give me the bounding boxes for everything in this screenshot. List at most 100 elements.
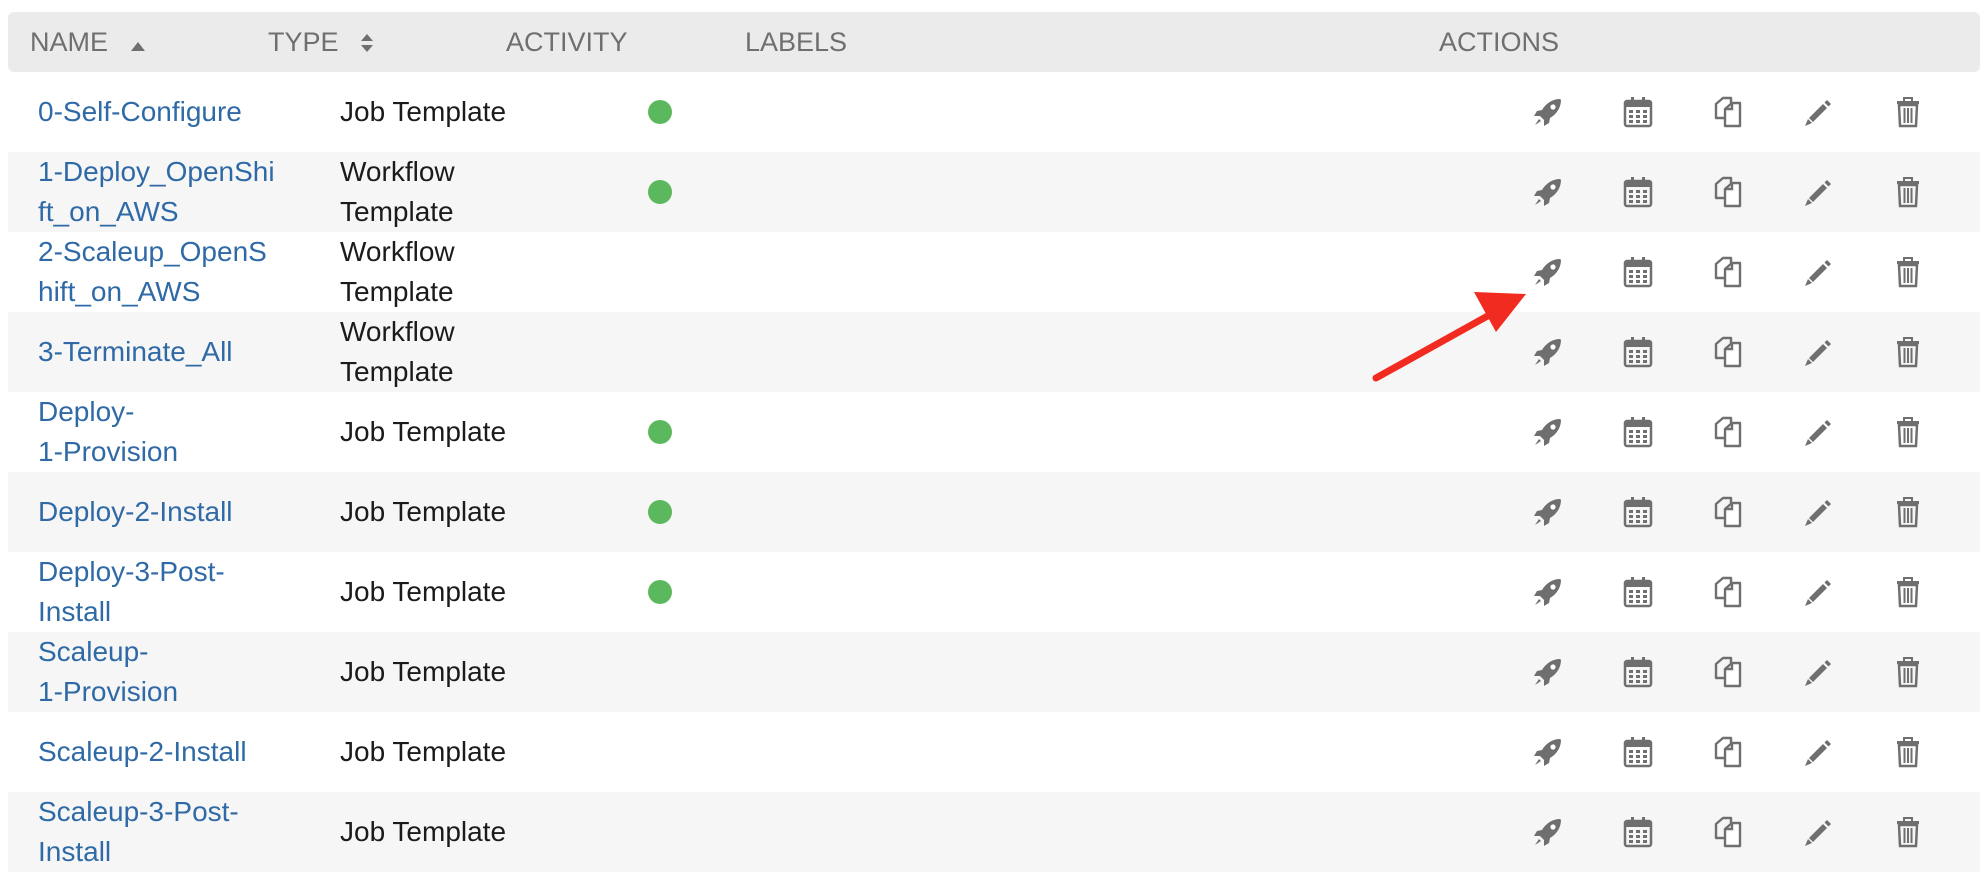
edit-button[interactable] bbox=[1800, 654, 1836, 690]
table-row: Scaleup- 1-Provision Job Template bbox=[8, 632, 1980, 712]
template-name-link[interactable]: Scaleup-2-Install bbox=[38, 712, 288, 792]
calendar-icon bbox=[1621, 655, 1655, 689]
copy-button[interactable] bbox=[1710, 574, 1746, 610]
pencil-icon bbox=[1801, 495, 1835, 529]
edit-button[interactable] bbox=[1800, 814, 1836, 850]
calendar-icon bbox=[1621, 175, 1655, 209]
job-status-success-icon[interactable] bbox=[648, 100, 672, 124]
copy-icon bbox=[1711, 335, 1745, 369]
launch-button[interactable] bbox=[1530, 654, 1566, 690]
template-name-link[interactable]: Deploy-3-Post- Install bbox=[38, 552, 288, 632]
copy-icon bbox=[1711, 655, 1745, 689]
template-type-line: Job Template bbox=[340, 736, 507, 767]
schedule-button[interactable] bbox=[1620, 734, 1656, 770]
edit-button[interactable] bbox=[1800, 334, 1836, 370]
delete-button[interactable] bbox=[1890, 494, 1926, 530]
trash-icon bbox=[1891, 335, 1925, 369]
sort-ascending-icon[interactable] bbox=[130, 14, 146, 74]
template-name-line: Scaleup-2-Install bbox=[38, 736, 247, 767]
copy-button[interactable] bbox=[1710, 494, 1746, 530]
labels-cell bbox=[946, 392, 1246, 472]
rocket-icon bbox=[1531, 415, 1565, 449]
labels-cell bbox=[946, 152, 1246, 232]
job-status-success-icon[interactable] bbox=[648, 500, 672, 524]
template-name-line: 1-Provision bbox=[38, 676, 179, 707]
calendar-icon bbox=[1621, 495, 1655, 529]
job-status-success-icon[interactable] bbox=[648, 420, 672, 444]
schedule-button[interactable] bbox=[1620, 414, 1656, 450]
launch-button[interactable] bbox=[1530, 734, 1566, 770]
labels-cell bbox=[946, 632, 1246, 712]
launch-button[interactable] bbox=[1530, 814, 1566, 850]
edit-button[interactable] bbox=[1800, 94, 1836, 130]
delete-button[interactable] bbox=[1890, 814, 1926, 850]
table-row: 0-Self-Configure Job Template bbox=[8, 72, 1980, 152]
template-type: Job Template bbox=[340, 552, 540, 632]
delete-button[interactable] bbox=[1890, 414, 1926, 450]
schedule-button[interactable] bbox=[1620, 494, 1656, 530]
template-name-link[interactable]: 2-Scaleup_OpenS hift_on_AWS bbox=[38, 232, 288, 312]
activity-cell bbox=[648, 72, 688, 152]
edit-button[interactable] bbox=[1800, 174, 1836, 210]
copy-button[interactable] bbox=[1710, 654, 1746, 690]
template-name-link[interactable]: Scaleup-3-Post- Install bbox=[38, 792, 288, 872]
table-body: 0-Self-Configure Job Template 1-Deploy_Ope… bbox=[8, 72, 1980, 872]
job-status-success-icon[interactable] bbox=[648, 580, 672, 604]
job-status-success-icon[interactable] bbox=[648, 180, 672, 204]
edit-button[interactable] bbox=[1800, 254, 1836, 290]
delete-button[interactable] bbox=[1890, 94, 1926, 130]
trash-icon bbox=[1891, 95, 1925, 129]
template-name-link[interactable]: Deploy- 1-Provision bbox=[38, 392, 288, 472]
copy-button[interactable] bbox=[1710, 254, 1746, 290]
column-header-type-label: TYPE bbox=[268, 27, 339, 57]
template-name-link[interactable]: Deploy-2-Install bbox=[38, 472, 288, 552]
trash-icon bbox=[1891, 575, 1925, 609]
edit-button[interactable] bbox=[1800, 734, 1836, 770]
edit-button[interactable] bbox=[1800, 574, 1836, 610]
table-row: Deploy-3-Post- Install Job Template bbox=[8, 552, 1980, 632]
launch-button[interactable] bbox=[1530, 174, 1566, 210]
delete-button[interactable] bbox=[1890, 254, 1926, 290]
template-name-line: Deploy-2-Install bbox=[38, 496, 233, 527]
schedule-button[interactable] bbox=[1620, 94, 1656, 130]
template-name-link[interactable]: 1-Deploy_OpenShi ft_on_AWS bbox=[38, 152, 288, 232]
launch-button[interactable] bbox=[1530, 494, 1566, 530]
launch-button[interactable] bbox=[1530, 94, 1566, 130]
schedule-button[interactable] bbox=[1620, 334, 1656, 370]
copy-button[interactable] bbox=[1710, 814, 1746, 850]
template-name-link[interactable]: Scaleup- 1-Provision bbox=[38, 632, 288, 712]
activity-cell bbox=[648, 152, 688, 232]
schedule-button[interactable] bbox=[1620, 654, 1656, 690]
copy-button[interactable] bbox=[1710, 174, 1746, 210]
delete-button[interactable] bbox=[1890, 654, 1926, 690]
column-header-type[interactable]: TYPE bbox=[268, 12, 374, 72]
rocket-icon bbox=[1531, 175, 1565, 209]
schedule-button[interactable] bbox=[1620, 574, 1656, 610]
delete-button[interactable] bbox=[1890, 334, 1926, 370]
delete-button[interactable] bbox=[1890, 574, 1926, 610]
schedule-button[interactable] bbox=[1620, 254, 1656, 290]
schedule-button[interactable] bbox=[1620, 814, 1656, 850]
template-name-link[interactable]: 3-Terminate_All bbox=[38, 312, 288, 392]
delete-button[interactable] bbox=[1890, 174, 1926, 210]
copy-button[interactable] bbox=[1710, 334, 1746, 370]
column-header-name[interactable]: NAME bbox=[30, 12, 146, 72]
edit-button[interactable] bbox=[1800, 414, 1836, 450]
labels-cell bbox=[946, 712, 1246, 792]
copy-button[interactable] bbox=[1710, 734, 1746, 770]
copy-button[interactable] bbox=[1710, 94, 1746, 130]
launch-button[interactable] bbox=[1530, 254, 1566, 290]
delete-button[interactable] bbox=[1890, 734, 1926, 770]
template-name-line: 1-Deploy_OpenShi bbox=[38, 156, 275, 187]
launch-button[interactable] bbox=[1530, 414, 1566, 450]
rocket-icon bbox=[1531, 735, 1565, 769]
sort-icon[interactable] bbox=[360, 14, 374, 74]
trash-icon bbox=[1891, 815, 1925, 849]
launch-button[interactable] bbox=[1530, 334, 1566, 370]
schedule-button[interactable] bbox=[1620, 174, 1656, 210]
template-type: Workflow Template bbox=[340, 312, 540, 392]
template-name-link[interactable]: 0-Self-Configure bbox=[38, 72, 288, 152]
copy-button[interactable] bbox=[1710, 414, 1746, 450]
edit-button[interactable] bbox=[1800, 494, 1836, 530]
launch-button[interactable] bbox=[1530, 574, 1566, 610]
